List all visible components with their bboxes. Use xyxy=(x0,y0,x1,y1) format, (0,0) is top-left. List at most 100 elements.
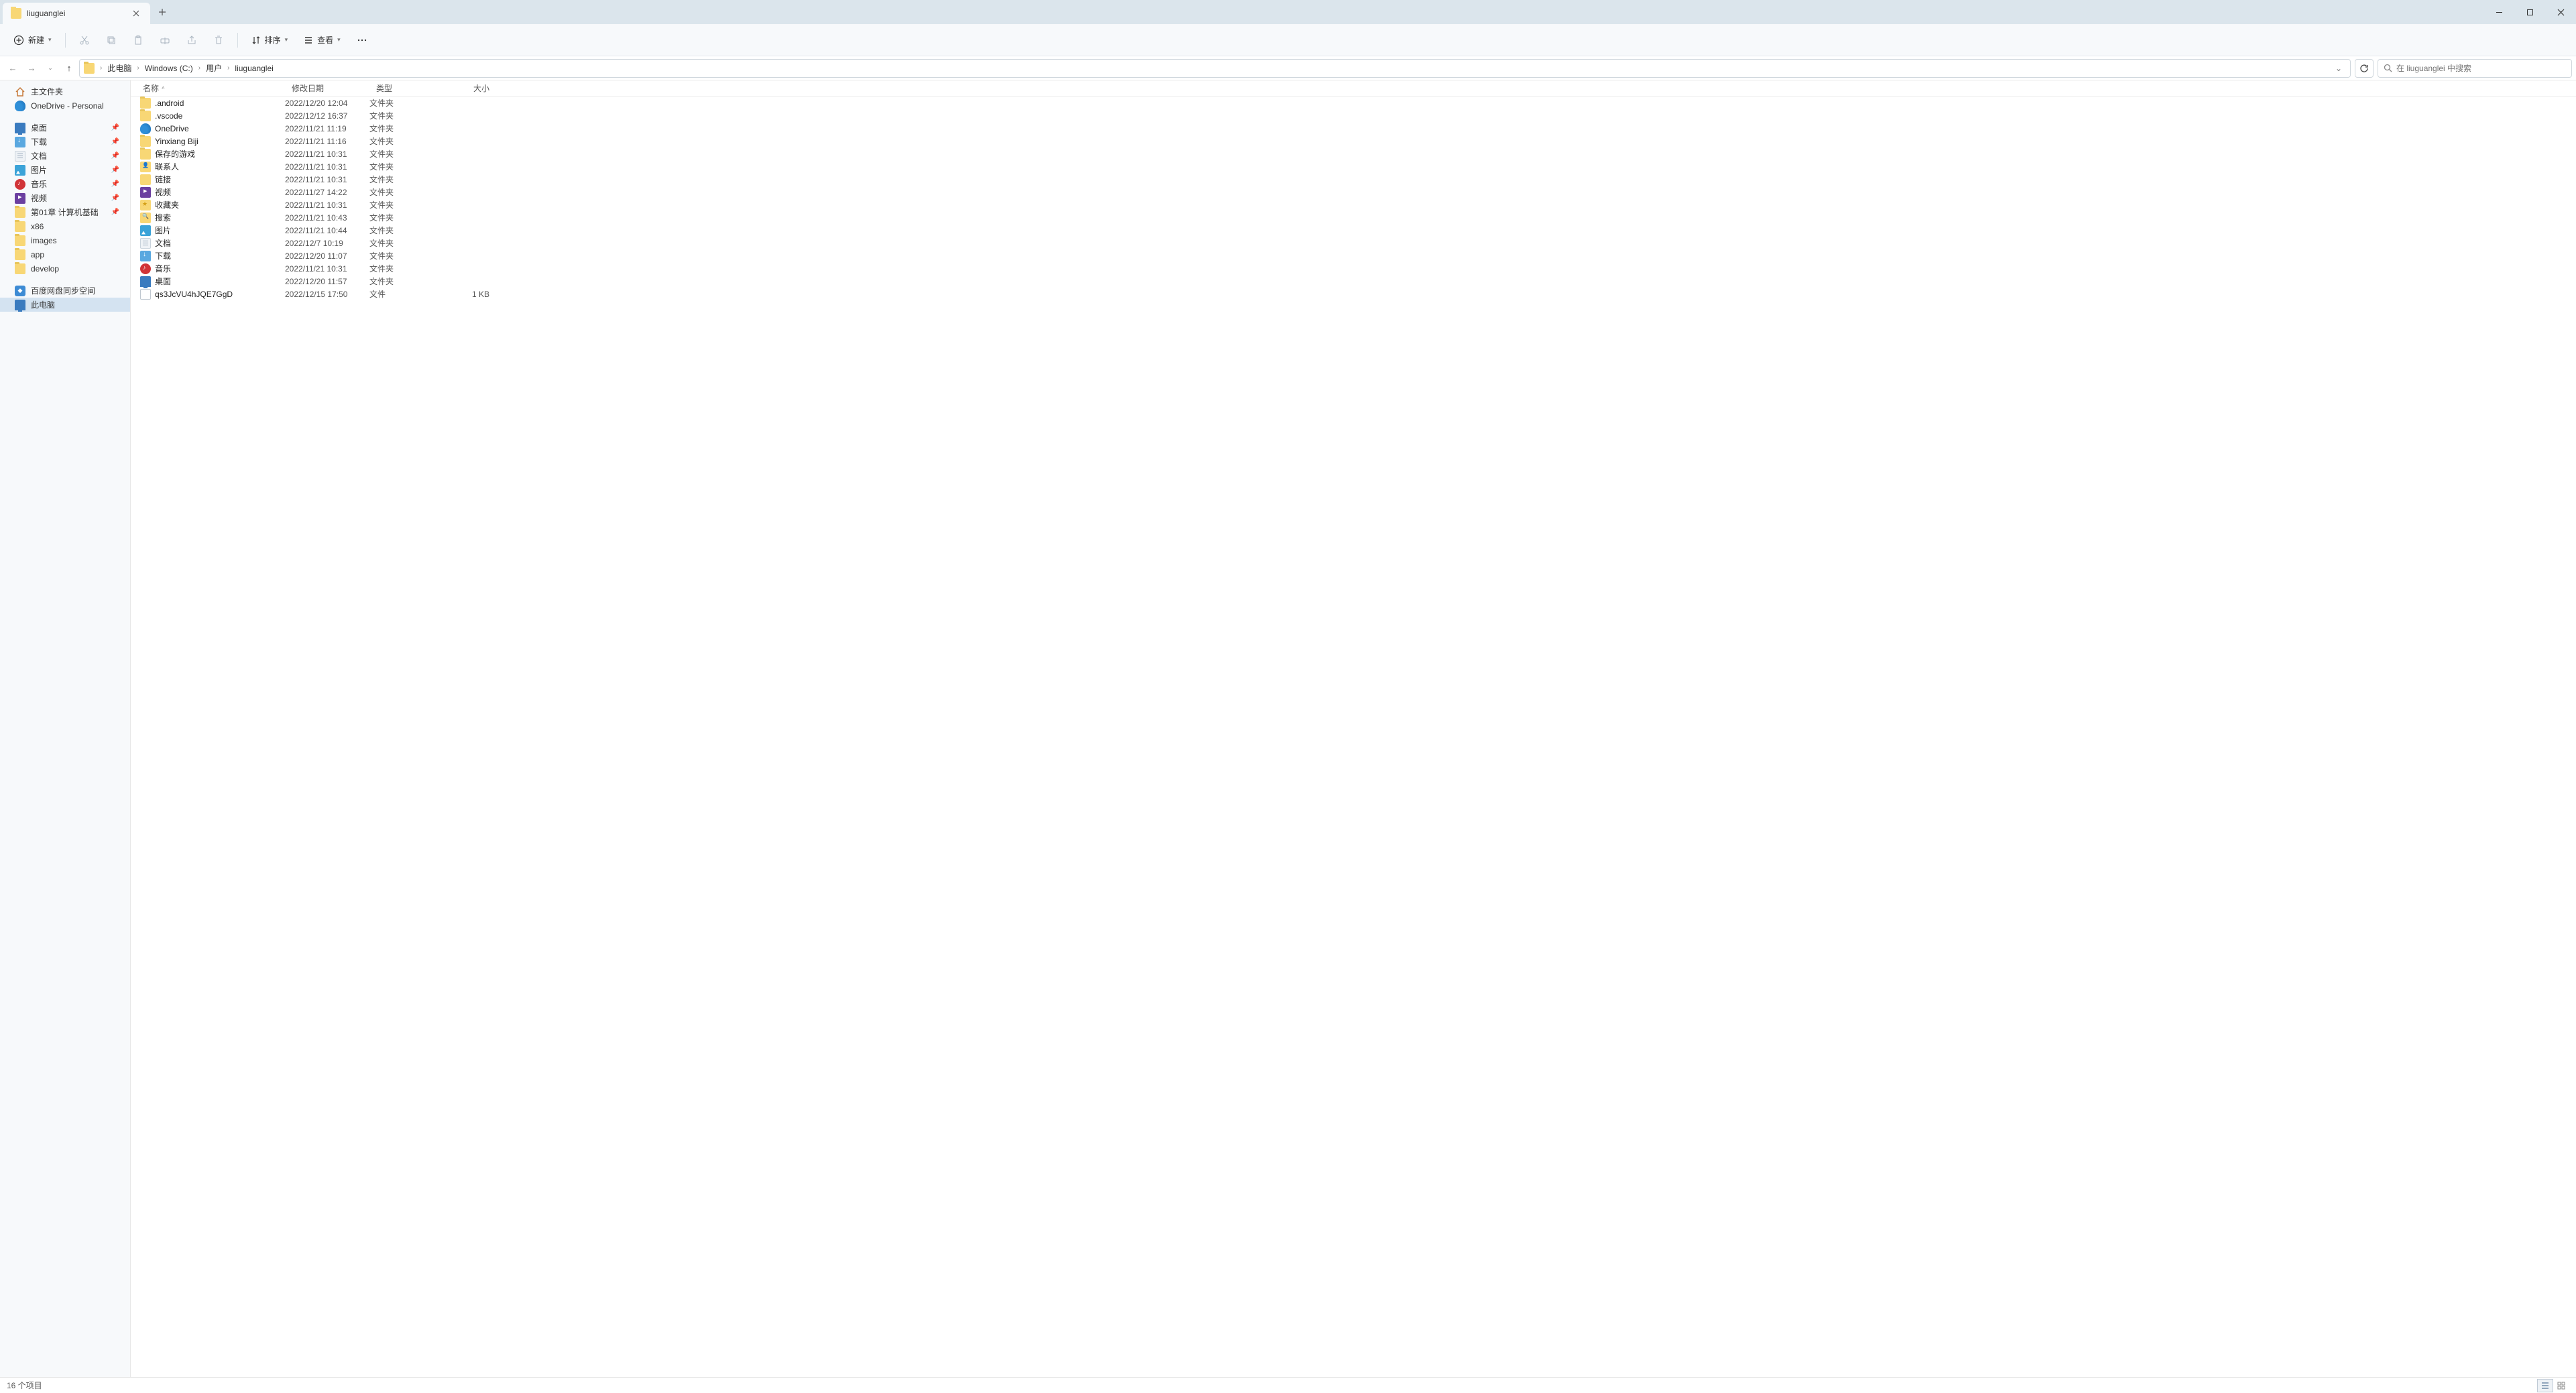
delete-button[interactable] xyxy=(207,31,231,50)
file-date: 2022/12/7 10:19 xyxy=(285,239,369,248)
sidebar-item-label: 百度网盘同步空间 xyxy=(31,285,95,296)
titlebar: liuguanglei xyxy=(0,0,2576,24)
refresh-button[interactable] xyxy=(2355,59,2374,78)
file-row[interactable]: 搜索 2022/11/21 10:43 文件夹 xyxy=(131,211,2576,224)
sidebar-baidu[interactable]: ◆ 百度网盘同步空间 xyxy=(0,284,130,298)
copy-button[interactable] xyxy=(99,31,123,50)
sidebar-item[interactable]: 音乐 📌 xyxy=(0,177,130,191)
file-row[interactable]: .android 2022/12/20 12:04 文件夹 xyxy=(131,97,2576,109)
file-row[interactable]: 下载 2022/12/20 11:07 文件夹 xyxy=(131,249,2576,262)
sidebar: 主文件夹 OneDrive - Personal 桌面 📌 下载 📌 文档 📌 … xyxy=(0,80,131,1377)
file-date: 2022/11/21 11:19 xyxy=(285,124,369,133)
file-row[interactable]: 联系人 2022/11/21 10:31 文件夹 xyxy=(131,160,2576,173)
sidebar-item[interactable]: develop xyxy=(0,261,130,276)
sidebar-item[interactable]: 视频 📌 xyxy=(0,191,130,205)
file-type: 文件夹 xyxy=(369,237,439,249)
file-name: 视频 xyxy=(155,186,171,198)
file-date: 2022/11/21 10:31 xyxy=(285,200,369,210)
cut-button[interactable] xyxy=(72,31,97,50)
up-button[interactable]: ↑ xyxy=(60,60,78,77)
pin-icon: 📌 xyxy=(111,152,119,160)
sidebar-item[interactable]: 桌面 📌 xyxy=(0,121,130,135)
download-icon xyxy=(15,137,25,147)
new-tab-button[interactable] xyxy=(150,0,174,24)
search-input[interactable] xyxy=(2396,64,2566,73)
sidebar-item[interactable]: x86 xyxy=(0,219,130,233)
view-details-button[interactable] xyxy=(2537,1379,2553,1392)
column-type[interactable]: 类型 xyxy=(369,82,439,94)
column-date[interactable]: 修改日期 xyxy=(285,82,369,94)
chevron-right-icon: › xyxy=(197,64,202,72)
crumb-current[interactable]: liuguanglei xyxy=(232,62,276,74)
address-box[interactable]: › 此电脑 › Windows (C:) › 用户 › liuguanglei … xyxy=(79,59,2351,78)
sidebar-item-label: 文档 xyxy=(31,150,47,162)
sidebar-item[interactable]: 第01章 计算机基础 📌 xyxy=(0,205,130,219)
back-button[interactable]: ← xyxy=(4,60,21,77)
file-row[interactable]: .vscode 2022/12/12 16:37 文件夹 xyxy=(131,109,2576,122)
file-name: 联系人 xyxy=(155,161,179,172)
pin-icon: 📌 xyxy=(111,180,119,188)
sidebar-item[interactable]: 文档 📌 xyxy=(0,149,130,163)
file-type: 文件夹 xyxy=(369,199,439,210)
sidebar-item[interactable]: images xyxy=(0,233,130,247)
sidebar-item[interactable]: 图片 📌 xyxy=(0,163,130,177)
search-box[interactable] xyxy=(2378,59,2572,78)
file-date: 2022/11/27 14:22 xyxy=(285,188,369,197)
folder-icon xyxy=(140,136,151,147)
sidebar-item-label: x86 xyxy=(31,222,44,231)
sidebar-item[interactable]: 下载 📌 xyxy=(0,135,130,149)
file-date: 2022/11/21 10:31 xyxy=(285,162,369,172)
sort-button[interactable]: 排序 ▾ xyxy=(245,30,295,50)
crumb-thispc[interactable]: 此电脑 xyxy=(105,61,134,75)
pin-icon: 📌 xyxy=(111,166,119,174)
folder-icon xyxy=(15,207,25,218)
tab-close-button[interactable] xyxy=(130,7,142,19)
sidebar-item[interactable]: app xyxy=(0,247,130,261)
sidebar-home[interactable]: 主文件夹 xyxy=(0,84,130,99)
statusbar: 16 个项目 xyxy=(0,1377,2576,1393)
file-row[interactable]: 图片 2022/11/21 10:44 文件夹 xyxy=(131,224,2576,237)
file-row[interactable]: 视频 2022/11/27 14:22 文件夹 xyxy=(131,186,2576,198)
file-row[interactable]: OneDrive 2022/11/21 11:19 文件夹 xyxy=(131,122,2576,135)
pin-icon: 📌 xyxy=(111,138,119,145)
search-icon xyxy=(2384,64,2392,72)
column-name[interactable]: 名称 ˄ xyxy=(131,82,285,94)
file-row[interactable]: 桌面 2022/12/20 11:57 文件夹 xyxy=(131,275,2576,288)
file-row[interactable]: 收藏夹 2022/11/21 10:31 文件夹 xyxy=(131,198,2576,211)
file-date: 2022/11/21 10:31 xyxy=(285,175,369,184)
recent-button[interactable]: ⌄ xyxy=(42,60,59,77)
close-button[interactable] xyxy=(2545,0,2576,24)
sidebar-onedrive[interactable]: OneDrive - Personal xyxy=(0,99,130,113)
folder-icon xyxy=(15,249,25,260)
desktop-icon xyxy=(15,123,25,133)
view-button[interactable]: 查看 ▾ xyxy=(297,30,347,50)
file-type: 文件夹 xyxy=(369,276,439,287)
address-history-button[interactable]: ⌄ xyxy=(2331,64,2346,73)
column-size[interactable]: 大小 xyxy=(439,82,496,94)
star-icon xyxy=(140,200,151,210)
file-date: 2022/12/20 11:57 xyxy=(285,277,369,286)
pin-icon: 📌 xyxy=(111,194,119,202)
rename-button[interactable] xyxy=(153,31,177,50)
view-large-icons-button[interactable] xyxy=(2553,1379,2569,1392)
file-row[interactable]: 保存的游戏 2022/11/21 10:31 文件夹 xyxy=(131,147,2576,160)
maximize-button[interactable] xyxy=(2514,0,2545,24)
file-name: 搜索 xyxy=(155,212,171,223)
forward-button[interactable]: → xyxy=(23,60,40,77)
sidebar-thispc[interactable]: 此电脑 xyxy=(0,298,130,312)
active-tab[interactable]: liuguanglei xyxy=(3,3,150,24)
minimize-button[interactable] xyxy=(2483,0,2514,24)
paste-button[interactable] xyxy=(126,31,150,50)
file-name: OneDrive xyxy=(155,124,189,133)
crumb-drive[interactable]: Windows (C:) xyxy=(142,62,196,74)
file-row[interactable]: 文档 2022/12/7 10:19 文件夹 xyxy=(131,237,2576,249)
file-row[interactable]: qs3JcVU4hJQE7GgD 2022/12/15 17:50 文件 1 K… xyxy=(131,288,2576,300)
crumb-users[interactable]: 用户 xyxy=(203,61,225,75)
new-button[interactable]: 新建 ▾ xyxy=(7,30,58,50)
file-date: 2022/12/12 16:37 xyxy=(285,111,369,121)
file-row[interactable]: 链接 2022/11/21 10:31 文件夹 xyxy=(131,173,2576,186)
share-button[interactable] xyxy=(180,31,204,50)
file-row[interactable]: Yinxiang Biji 2022/11/21 11:16 文件夹 xyxy=(131,135,2576,147)
more-button[interactable] xyxy=(350,31,374,50)
file-row[interactable]: 音乐 2022/11/21 10:31 文件夹 xyxy=(131,262,2576,275)
